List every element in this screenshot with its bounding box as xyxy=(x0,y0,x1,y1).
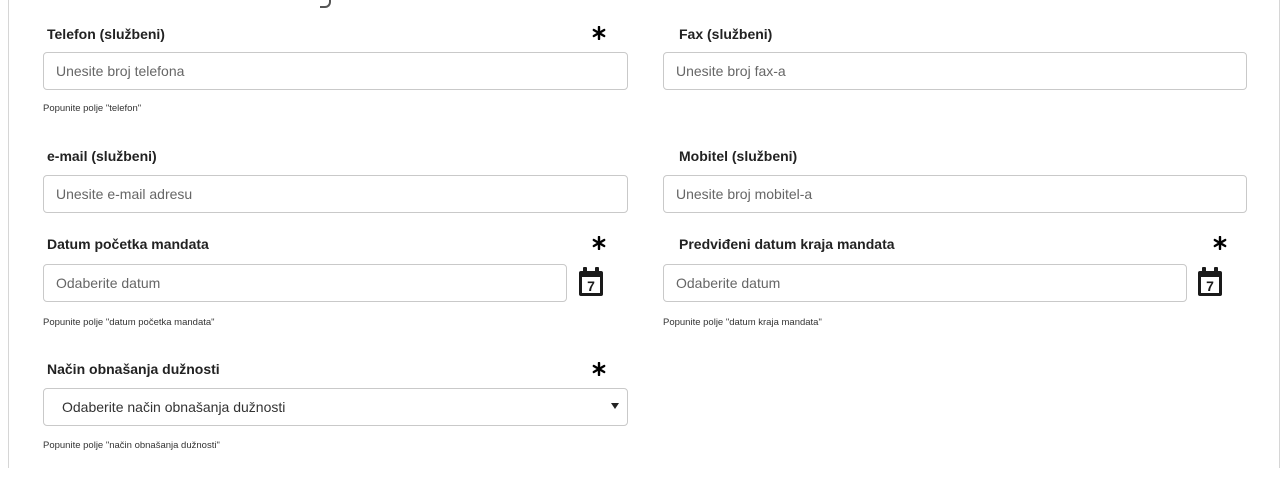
datum-pocetka-input[interactable] xyxy=(43,264,567,302)
datum-pocetka-hint: Popunite polje "datum početka mandata" xyxy=(43,317,215,328)
fax-input[interactable] xyxy=(663,52,1247,90)
nacin-label: Način obnašanja dužnosti xyxy=(47,361,220,377)
telefon-input[interactable] xyxy=(43,52,628,90)
nacin-hint: Popunite polje "način obnašanja dužnosti… xyxy=(43,440,220,451)
calendar-icon[interactable]: 7 xyxy=(1197,267,1223,297)
datum-kraja-hint: Popunite polje "datum kraja mandata" xyxy=(663,317,822,328)
datum-kraja-label: Predviđeni datum kraja mandata xyxy=(679,236,895,252)
fax-label: Fax (službeni) xyxy=(679,26,773,42)
calendar-icon[interactable]: 7 xyxy=(578,267,604,297)
required-asterisk-icon xyxy=(592,236,606,250)
mobitel-label: Mobitel (službeni) xyxy=(679,148,798,164)
mobitel-input[interactable] xyxy=(663,175,1247,213)
calendar-day-text: 7 xyxy=(1206,278,1214,294)
required-asterisk-icon xyxy=(592,362,606,376)
nacin-select-value: Odaberite način obnašanja dužnosti xyxy=(62,399,286,415)
email-label: e-mail (službeni) xyxy=(47,148,157,164)
datum-kraja-input[interactable] xyxy=(663,264,1187,302)
calendar-day-text: 7 xyxy=(587,278,595,294)
email-input[interactable] xyxy=(43,175,628,213)
nacin-select[interactable]: Odaberite način obnašanja dužnosti xyxy=(43,388,628,426)
chevron-down-icon xyxy=(611,403,619,409)
telefon-label: Telefon (službeni) xyxy=(47,26,165,42)
required-asterisk-icon xyxy=(592,26,606,40)
telefon-hint: Popunite polje "telefon" xyxy=(43,103,142,114)
required-asterisk-icon xyxy=(1213,236,1227,250)
datum-pocetka-label: Datum početka mandata xyxy=(47,236,209,252)
